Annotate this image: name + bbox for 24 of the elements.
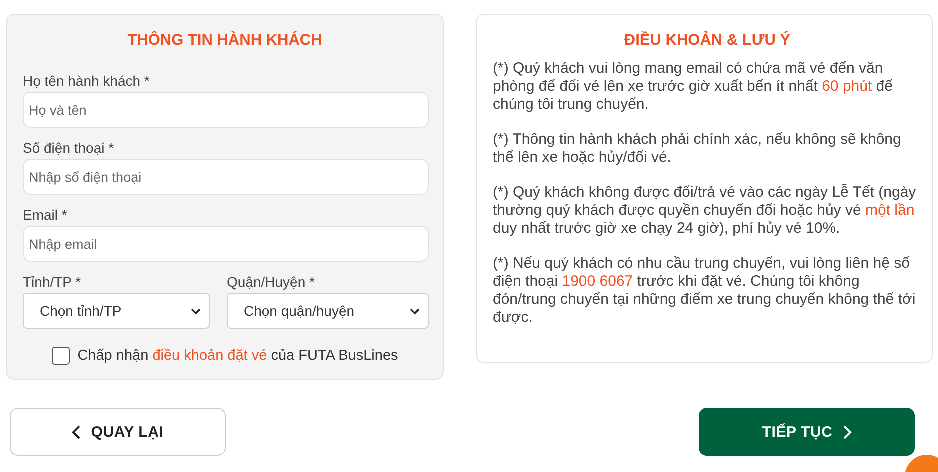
select-field[interactable]: Chọn tỉnh/TP	[23, 293, 210, 329]
field-label: Quận/Huyện *	[227, 274, 315, 290]
terms-paragraph: (*) Thông tin hành khách phải chính xác, nếu không sẽ không thể lên xe hoặc hủy/đổi vé.	[493, 131, 902, 167]
checkbox[interactable]	[52, 347, 70, 365]
chevron-left-icon	[72, 424, 82, 440]
caret-icon	[410, 308, 420, 314]
section-title: THÔNG TIN HÀNH KHÁCH	[126, 32, 324, 50]
chevron-right-icon	[842, 424, 852, 440]
terms-paragraph: (*) Quý khách vui lòng mang email có chứa mã vé đến văn phòng để đổi vé lên xe trước giờ xuất bến ít nhất 60 phút để chúng tôi trung chuyển.	[493, 60, 894, 114]
terms-paragraph: (*) Quý khách không được đổi/trả vé vào các ngày Lễ Tết (ngày thường quý khách được quyền chuyển đổi hoặc hủy vé một lần duy nhất trước giờ xe chạy 24 giờ), phí hủy vé 10%.	[493, 184, 918, 238]
back-button[interactable]: QUAY LẠI	[10, 408, 226, 456]
input-field[interactable]: Nhập email	[23, 226, 429, 262]
agreement-text: Chấp nhận điều khoản đặt vé của FUTA BusLines	[78, 348, 398, 364]
field-label: Số điện thoại *	[23, 140, 114, 156]
field-label: Tỉnh/TP *	[23, 274, 82, 290]
field-label: Email *	[23, 207, 68, 223]
terms-paragraph: (*) Nếu quý khách có nhu cầu trung chuyển, vui lòng liên hệ số điện thoại 1900 6067 trước khi đặt vé. Chúng tôi không đón/trung chuyển tại những điểm xe trung chuyển không thể tới được.	[493, 255, 917, 327]
section-title: ĐIỀU KHOẢN & LƯU Ý	[623, 32, 792, 50]
input-field[interactable]: Họ và tên	[23, 92, 429, 128]
select-field[interactable]: Chọn quận/huyện	[227, 293, 429, 329]
input-field[interactable]: Nhập số điện thoại	[23, 159, 429, 195]
caret-icon	[191, 308, 201, 314]
next-button[interactable]: TIẾP TỤC	[699, 408, 915, 456]
field-label: Họ tên hành khách *	[23, 73, 150, 89]
